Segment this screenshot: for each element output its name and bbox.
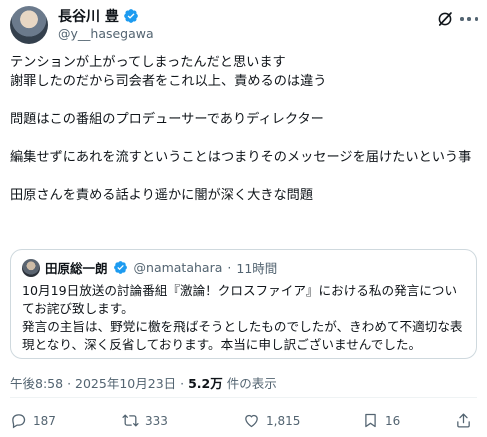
post-header: 長谷川 豊 @y__hasegawa xyxy=(10,4,478,48)
post-line: 田原さんを責める話より遥かに闇が深く大きな問題 xyxy=(10,188,314,203)
verified-badge-icon xyxy=(123,8,139,24)
bookmark-count: 16 xyxy=(385,413,401,428)
bookmark-button[interactable]: 16 xyxy=(362,412,400,429)
avatar[interactable] xyxy=(10,6,48,44)
repost-count: 333 xyxy=(145,413,168,428)
post-line: 謝罪したのだから司会者をこれ以上、責めるのは違う xyxy=(10,74,327,89)
author-handle[interactable]: @y__hasegawa xyxy=(58,26,154,41)
repost-button[interactable]: 333 xyxy=(122,412,168,429)
post-time[interactable]: 午後8:58 xyxy=(10,376,63,391)
separator: · xyxy=(227,260,232,275)
divider xyxy=(10,397,477,398)
post-date[interactable]: 2025年10月23日 xyxy=(75,376,176,391)
like-count: 1,815 xyxy=(266,413,301,428)
verified-badge-icon xyxy=(113,260,129,276)
view-label: 件の表示 xyxy=(222,376,277,391)
bookmark-icon xyxy=(365,413,376,428)
quoted-author-name: 田原総一朗 xyxy=(45,261,108,276)
post-timestamp: 午後8:58 · 2025年10月23日 · 5.2万 件の表示 xyxy=(10,373,277,392)
quoted-text: 10月19日放送の討論番組『激論！クロスファイア』における私の発言についてお詫び… xyxy=(22,283,463,352)
post-line: テンションが上がってしまったんだと思います xyxy=(10,55,286,70)
post-line: 編集せずにあれを流すということはつまりそのメッセージを届けたいという事 xyxy=(10,150,472,165)
heart-icon xyxy=(245,414,258,428)
quoted-author-handle: @namatahara xyxy=(133,260,223,275)
post-line: 問題はこの番組のプロデューサーでありディレクター xyxy=(10,112,324,127)
quoted-post-header: 田原総一朗 @namatahara · 11時間 xyxy=(22,258,277,277)
author-name[interactable]: 長谷川 豊 xyxy=(58,6,119,26)
grok-icon[interactable] xyxy=(436,10,454,28)
separator: · xyxy=(67,376,72,391)
like-button[interactable]: 1,815 xyxy=(243,412,300,429)
share-icon xyxy=(457,413,470,428)
reply-icon xyxy=(12,414,26,429)
reply-button[interactable]: 187 xyxy=(10,412,56,429)
author-name-row: 長谷川 豊 xyxy=(58,6,139,26)
more-icon[interactable] xyxy=(460,12,478,26)
separator: · xyxy=(180,376,185,391)
view-count: 5.2万 xyxy=(188,376,223,391)
repost-icon xyxy=(122,414,139,427)
share-button[interactable] xyxy=(455,412,472,429)
reply-count: 187 xyxy=(33,413,56,428)
quoted-time: 11時間 xyxy=(236,261,278,276)
quoted-avatar xyxy=(22,258,40,277)
post-text: テンションが上がってしまったんだと思います 謝罪したのだから司会者をこれ以上、責… xyxy=(10,53,477,205)
quoted-post[interactable]: 田原総一朗 @namatahara · 11時間 10月19日放送の討論番組『激… xyxy=(10,249,477,359)
action-bar: 187 333 1,815 16 xyxy=(10,410,477,432)
